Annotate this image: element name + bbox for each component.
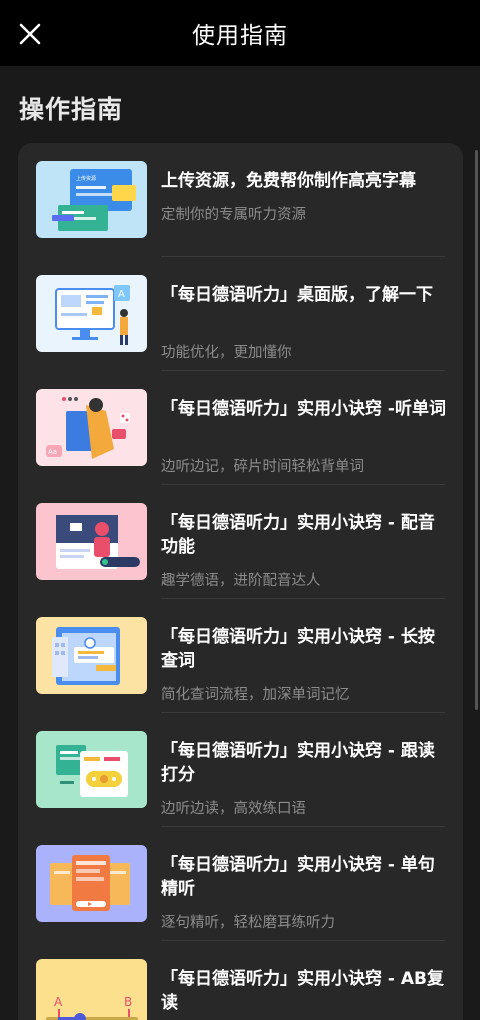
thumb-label-a: A [54,995,63,1009]
guide-title: 「每日德语听力」桌面版，了解一下 [161,285,433,305]
thumb-label: 上传资源 [76,175,96,182]
guide-title: 「每日德语听力」实用小诀窍 -听单词 [161,399,446,419]
guide-subtitle: 定制你的专属听力资源 [161,207,306,223]
thumb-label: Aa [48,448,57,456]
guide-item-upload[interactable]: 上传资源 上传资源，免费帮你制作高亮字幕 定制你的专属听力资源 [18,143,463,257]
guide-title: 上传资源，免费帮你制作高亮字幕 [161,171,416,191]
section-title: 操作指南 [19,95,124,124]
guide-thumbnail [36,617,147,694]
guide-thumbnail [36,503,147,580]
guide-item-reading-score[interactable]: 「每日德语听力」实用小诀窍 - 跟读打分 边听边读，高效练口语 [18,713,463,827]
guide-thumbnail [36,731,147,808]
guide-subtitle: 简化查词流程，加深单词记忆 [161,687,350,703]
guide-thumbnail [36,845,147,922]
guide-title: 「每日德语听力」实用小诀窍 - 单句精听 [161,855,435,899]
guide-item-ab-repeat[interactable]: A B 「每日德语听力」实用小诀窍 - AB复读 [18,941,463,1020]
guide-item-sentence-listen[interactable]: 「每日德语听力」实用小诀窍 - 单句精听 逐句精听，轻松磨耳练听力 [18,827,463,941]
guide-subtitle: 边听边记，碎片时间轻松背单词 [161,459,364,475]
guide-thumbnail: A [36,275,147,352]
guide-subtitle: 逐句精听，轻松磨耳练听力 [161,915,335,931]
close-button[interactable] [10,14,50,54]
close-icon [19,23,41,45]
guide-title: 「每日德语听力」实用小诀窍 - 配音功能 [161,513,435,557]
guide-subtitle: 功能优化，更加懂你 [161,345,292,361]
guide-subtitle: 边听边读，高效练口语 [161,801,306,817]
guide-thumbnail: 上传资源 [36,161,147,238]
scrollbar[interactable] [475,150,478,710]
thumb-label-b: B [124,995,132,1009]
guide-thumbnail: A B [36,959,147,1020]
guide-title: 「每日德语听力」实用小诀窍 - AB复读 [161,969,445,1013]
top-bar: 使用指南 [0,0,480,66]
page-title: 使用指南 [192,23,288,49]
guide-title: 「每日德语听力」实用小诀窍 - 长按查词 [161,627,435,671]
guide-item-desktop[interactable]: A 「每日德语听力」桌面版，了解一下 功能优化，更加懂你 [18,257,463,371]
guide-thumbnail: Aa [36,389,147,466]
guide-item-dubbing[interactable]: 「每日德语听力」实用小诀窍 - 配音功能 趣学德语，进阶配音达人 [18,485,463,599]
guide-title: 「每日德语听力」实用小诀窍 - 跟读打分 [161,741,435,785]
svg-text:A: A [118,289,125,300]
guide-list-card: 上传资源 上传资源，免费帮你制作高亮字幕 定制你的专属听力资源 A 「每日德语听… [18,143,463,1020]
guide-item-longpress[interactable]: 「每日德语听力」实用小诀窍 - 长按查词 简化查词流程，加深单词记忆 [18,599,463,713]
guide-item-listen-words[interactable]: Aa 「每日德语听力」实用小诀窍 -听单词 边听边记，碎片时间轻松背单词 [18,371,463,485]
guide-subtitle: 趣学德语，进阶配音达人 [161,573,321,589]
